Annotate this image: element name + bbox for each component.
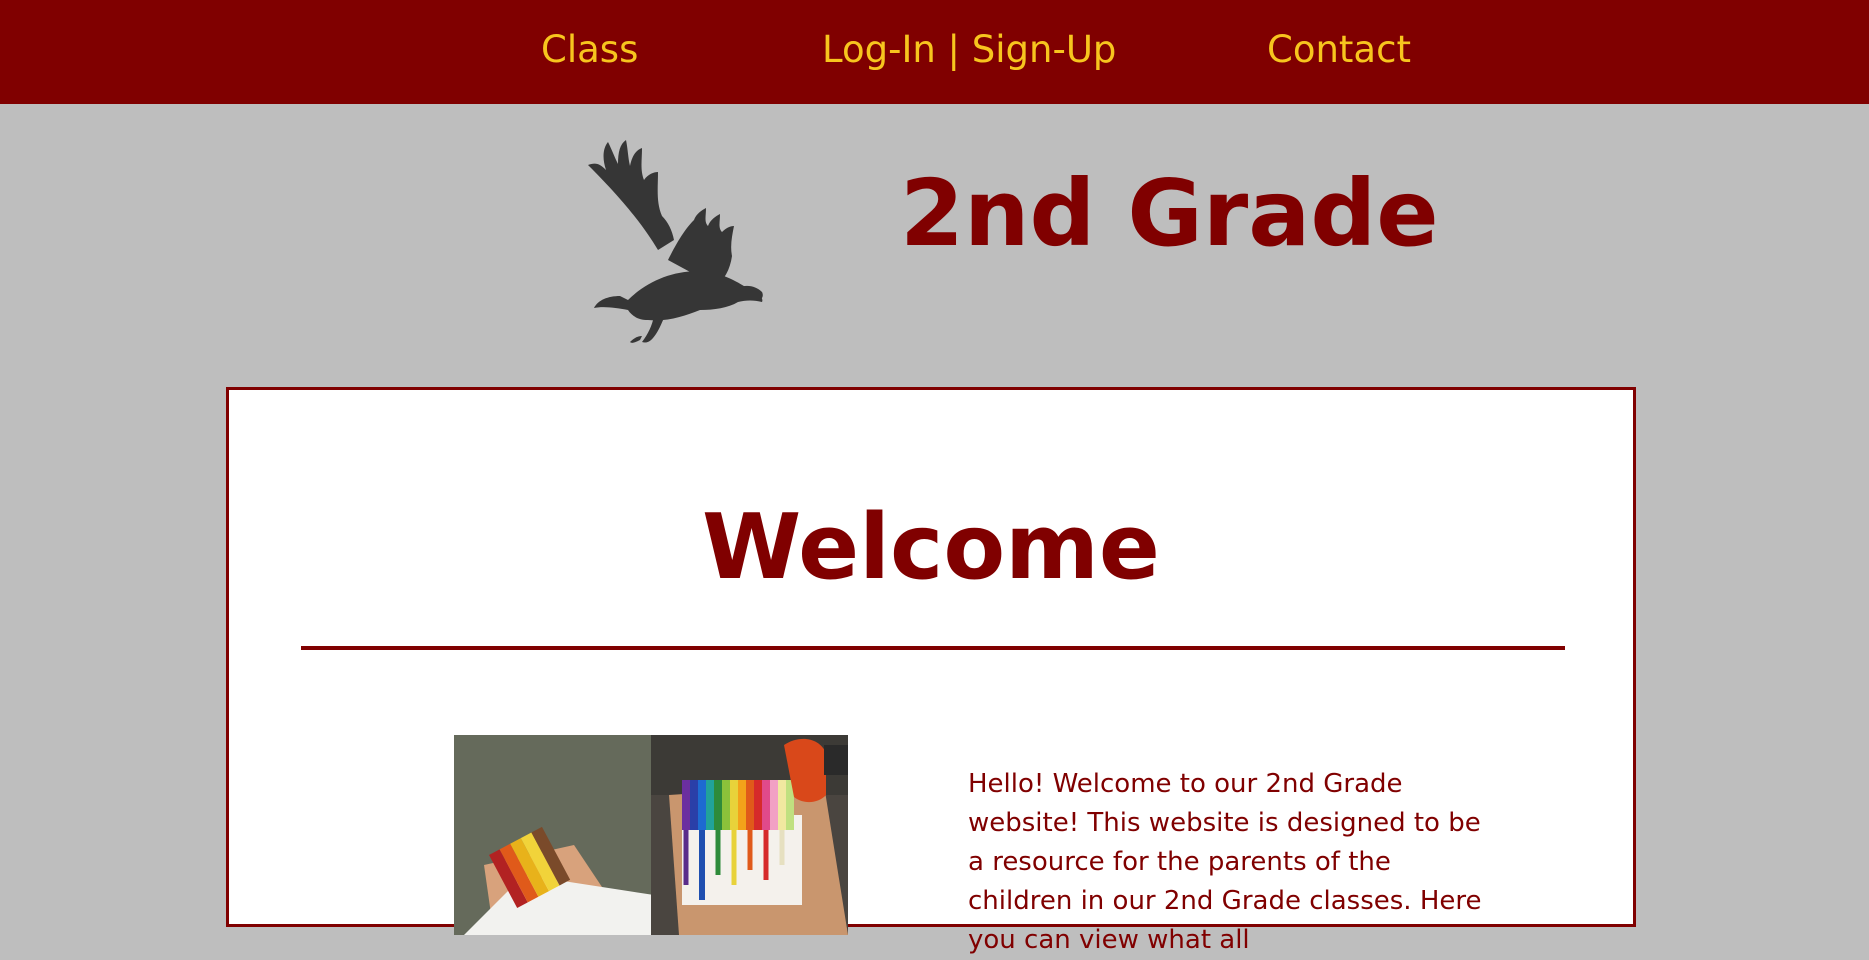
nav-link-class[interactable]: Class: [541, 28, 638, 71]
nav-link-contact[interactable]: Contact: [1267, 28, 1411, 71]
eagle-silhouette-icon: [568, 130, 768, 345]
content-panel: Welcome Hello! Welcome to our 2nd Grade …: [226, 387, 1636, 955]
nav-link-login-signup[interactable]: Log-In | Sign-Up: [822, 28, 1116, 71]
welcome-heading: Welcome: [702, 495, 1160, 600]
crayon-art-photo: [454, 735, 848, 935]
site-title: 2nd Grade: [900, 160, 1439, 267]
top-navigation: Class Log-In | Sign-Up Contact: [0, 0, 1869, 104]
intro-text: Hello! Welcome to our 2nd Grade website!…: [968, 769, 1482, 955]
divider: [301, 646, 1565, 650]
